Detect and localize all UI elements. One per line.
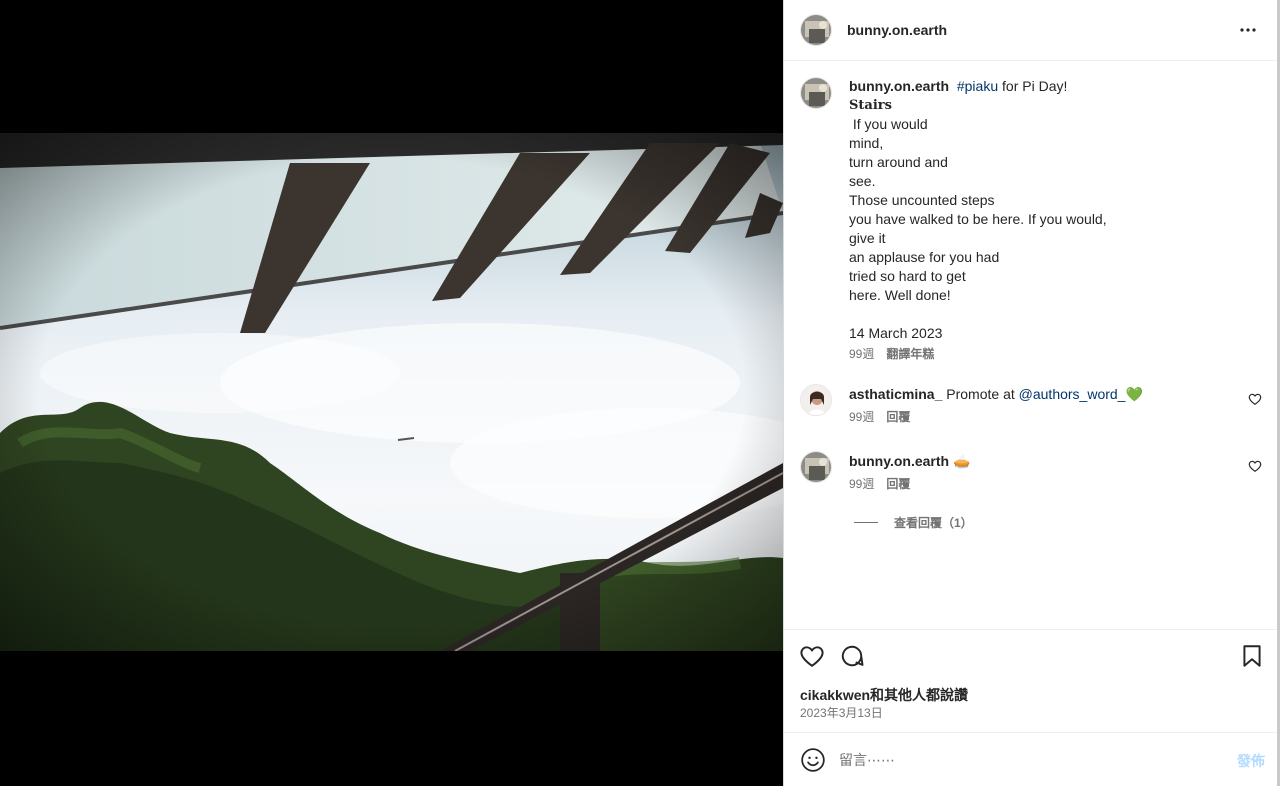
post-media <box>0 0 783 786</box>
caption-line: you have walked to be here. If you would… <box>849 211 1107 227</box>
post-details-panel: bunny.on.earth bunny.on.earth #piaku for… <box>783 0 1278 786</box>
caption-line: tried so hard to get <box>849 268 966 284</box>
caption-line <box>849 305 1249 324</box>
caption-line: give it <box>849 230 886 246</box>
post-comment-button[interactable]: 發佈 <box>1237 751 1265 771</box>
likes-summary[interactable]: cikakkwen和其他人都說讚 <box>800 685 968 705</box>
avatar-image <box>801 15 831 45</box>
post-date: 2023年3月13日 <box>800 706 883 720</box>
view-replies-label: 查看回覆（1） <box>894 516 973 530</box>
commenter-username[interactable]: asthaticmina_ <box>849 386 942 402</box>
comment-like-heart-icon[interactable] <box>1248 392 1262 406</box>
caption-avatar[interactable] <box>800 77 832 109</box>
bookmark-icon[interactable] <box>1239 643 1265 669</box>
translate-button[interactable]: 翻譯年糕 <box>886 347 934 361</box>
reply-button[interactable]: 回覆 <box>886 477 910 491</box>
caption-first-line: bunny.on.earth #piaku for Pi Day! <box>849 77 1249 96</box>
photo-image <box>0 133 783 651</box>
comment-row: bunny.on.earth 🥧 99週 回覆 <box>800 451 1262 501</box>
post-header: bunny.on.earth <box>784 0 1278 61</box>
avatar-image <box>801 452 831 482</box>
comment-body: asthaticmina_ Promote at @authors_word_💚… <box>849 385 1249 425</box>
caption-age[interactable]: 99週 <box>849 347 874 361</box>
emoji-icon[interactable] <box>800 747 826 773</box>
comment-row: asthaticmina_ Promote at @authors_word_💚… <box>800 384 1262 434</box>
comment-like-heart-icon[interactable] <box>1248 459 1262 473</box>
post-actions: cikakkwen和其他人都說讚 2023年3月13日 <box>784 629 1278 732</box>
caption-line: here. Well done! <box>849 287 951 303</box>
caption-date-line: 14 March 2023 <box>849 325 943 341</box>
commenter-avatar[interactable] <box>800 384 832 416</box>
comment-text: asthaticmina_ Promote at @authors_word_💚 <box>849 385 1249 404</box>
caption-line: If you would <box>849 116 928 132</box>
like-heart-icon[interactable] <box>799 643 825 669</box>
comment-content: Promote at <box>942 386 1019 402</box>
caption-intro: for Pi Day! <box>998 78 1068 94</box>
comment-bubble-icon[interactable] <box>839 643 865 669</box>
author-avatar[interactable] <box>800 14 832 46</box>
reply-button[interactable]: 回覆 <box>886 410 910 424</box>
comment-composer: 發佈 <box>784 732 1278 786</box>
hashtag-link[interactable]: #piaku <box>957 78 998 94</box>
caption-meta: 99週 翻譯年糕 <box>849 346 1249 362</box>
caption-line: see. <box>849 173 876 189</box>
caption-line: Those uncounted steps <box>849 192 995 208</box>
caption-row: bunny.on.earth #piaku for Pi Day! Stairs… <box>800 77 1262 367</box>
author-username[interactable]: bunny.on.earth <box>847 22 947 38</box>
commenter-username[interactable]: bunny.on.earth <box>849 453 949 469</box>
caption-username[interactable]: bunny.on.earth <box>849 78 949 94</box>
avatar-image <box>801 385 831 415</box>
comment-input[interactable] <box>839 747 1219 773</box>
pie-emoji: 🥧 <box>952 453 971 469</box>
comment-meta: 99週 回覆 <box>849 409 1249 425</box>
comment-text: bunny.on.earth 🥧 <box>849 452 1249 471</box>
caption-line: turn around and <box>849 154 948 170</box>
caption-line: mind, <box>849 135 884 151</box>
view-replies-divider <box>854 522 878 523</box>
mention-link[interactable]: @authors_word_ <box>1019 386 1126 402</box>
green-heart-emoji: 💚 <box>1125 386 1143 402</box>
view-replies-button[interactable]: 查看回覆（1） <box>854 514 973 531</box>
commenter-avatar[interactable] <box>800 451 832 483</box>
comment-age[interactable]: 99週 <box>849 410 874 424</box>
caption-body: bunny.on.earth #piaku for Pi Day! Stairs… <box>849 77 1249 362</box>
caption-title: Stairs <box>849 98 892 113</box>
post-photo <box>0 133 783 651</box>
comment-age[interactable]: 99週 <box>849 477 874 491</box>
avatar-image <box>801 78 831 108</box>
more-horizontal-icon[interactable] <box>1236 18 1260 42</box>
comment-meta: 99週 回覆 <box>849 476 1249 492</box>
comment-body: bunny.on.earth 🥧 99週 回覆 <box>849 452 1249 492</box>
caption-line: an applause for you had <box>849 249 1000 265</box>
comments-list: bunny.on.earth #piaku for Pi Day! Stairs… <box>784 61 1278 629</box>
